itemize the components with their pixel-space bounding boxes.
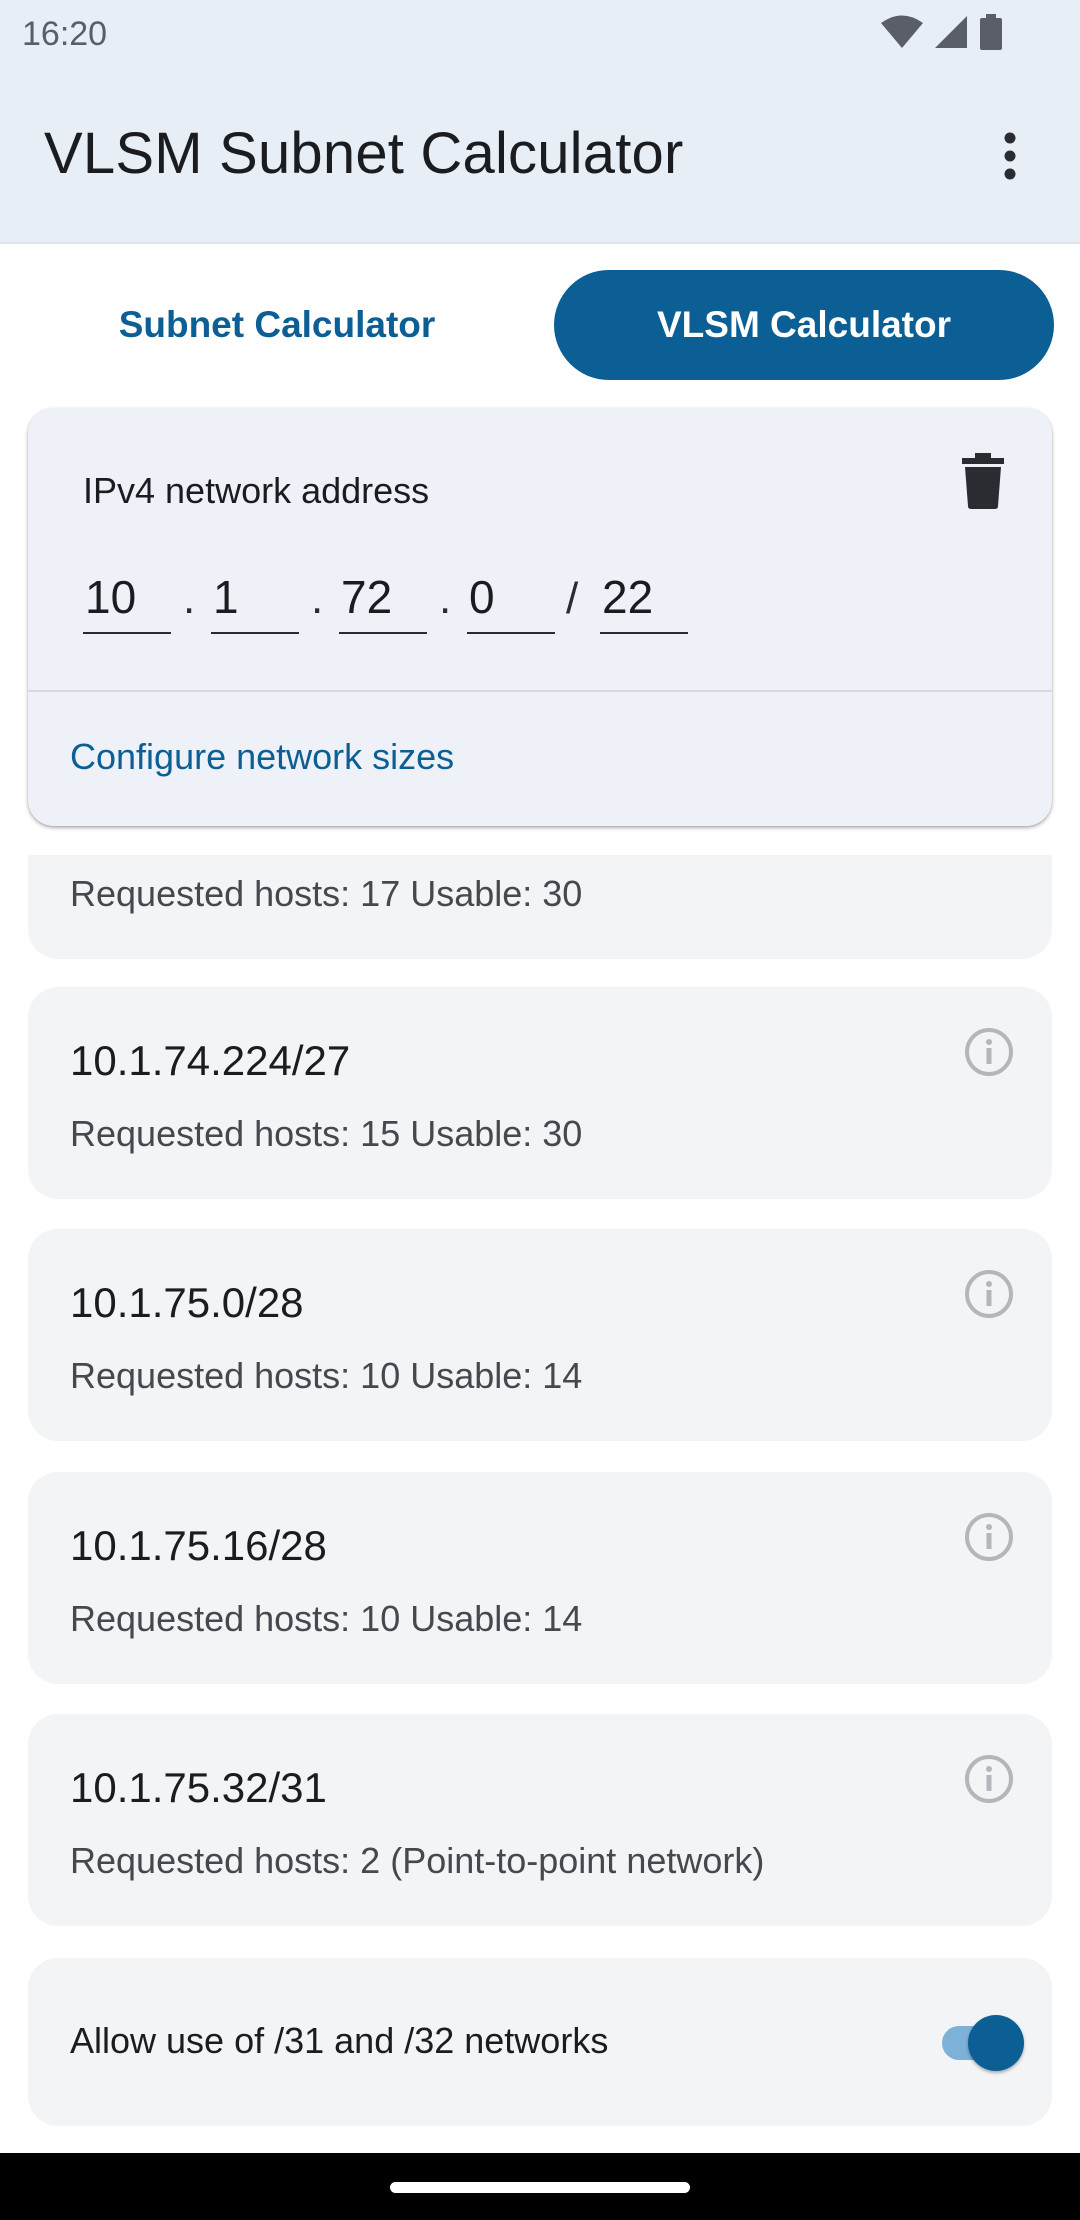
configure-network-sizes-button[interactable]: Configure network sizes (70, 736, 454, 778)
network-address-label: IPv4 network address (83, 470, 430, 511)
allow-small-networks-card: Allow use of /31 and /32 networks (28, 1958, 1052, 2126)
delete-button[interactable] (958, 452, 1008, 510)
home-indicator[interactable] (390, 2182, 690, 2193)
subnet-result-title: 10.1.75.0/28 (70, 1279, 304, 1326)
tab-vlsm-calculator[interactable]: VLSM Calculator (554, 270, 1054, 380)
octet-separator: . (439, 574, 452, 623)
network-address-card: IPv4 network address 10 . 1 . 72 . 0 / 2… (28, 408, 1052, 826)
subnet-result-details: Requested hosts: 10 Usable: 14 (70, 1355, 583, 1396)
tab-subnet-calculator[interactable]: Subnet Calculator (36, 270, 518, 380)
more-options-button[interactable] (980, 126, 1040, 186)
octet-2-input[interactable]: 1 (211, 568, 299, 634)
info-button[interactable] (964, 1754, 1014, 1804)
info-button[interactable] (964, 1269, 1014, 1319)
system-navigation-bar (0, 2153, 1080, 2220)
allow-small-networks-toggle[interactable] (934, 2012, 1024, 2072)
trash-icon (962, 453, 1004, 509)
subnet-result-details: Requested hosts: 17 Usable: 30 (70, 873, 583, 914)
status-bar: 16:20 (0, 0, 1080, 68)
info-button[interactable] (964, 1512, 1014, 1562)
app-bar: VLSM Subnet Calculator (0, 68, 1080, 244)
subnet-result-details: Requested hosts: 10 Usable: 14 (70, 1598, 583, 1639)
octet-separator: . (311, 574, 324, 623)
app-title: VLSM Subnet Calculator (44, 121, 684, 186)
wifi-icon (881, 15, 923, 48)
subnet-result-title: 10.1.74.224/27 (70, 1037, 351, 1084)
status-icons (880, 14, 1004, 52)
status-time: 16:20 (22, 14, 108, 53)
subnet-result-details: Requested hosts: 2 (Point-to-point netwo… (70, 1840, 765, 1881)
subnet-result-details: Requested hosts: 15 Usable: 30 (70, 1113, 583, 1154)
subnet-result-card[interactable]: 10.1.74.224/27 Requested hosts: 15 Usabl… (28, 987, 1052, 1199)
octet-1-input[interactable]: 10 (83, 568, 171, 634)
octet-3-input[interactable]: 72 (339, 568, 427, 634)
subnet-result-card[interactable]: 10.1.75.16/28 Requested hosts: 10 Usable… (28, 1472, 1052, 1684)
battery-icon (980, 14, 1002, 50)
prefix-length-input[interactable]: 22 (600, 568, 688, 634)
more-vert-icon (1004, 132, 1016, 180)
octet-4-input[interactable]: 0 (467, 568, 555, 634)
octet-separator: . (183, 574, 196, 623)
info-button[interactable] (964, 1027, 1014, 1077)
info-icon (965, 1755, 1013, 1803)
info-icon (965, 1028, 1013, 1076)
prefix-separator: / (566, 574, 579, 623)
card-divider (28, 690, 1052, 692)
calculator-tabs: Subnet Calculator VLSM Calculator (0, 270, 1080, 380)
info-icon (965, 1270, 1013, 1318)
allow-small-networks-label: Allow use of /31 and /32 networks (70, 2020, 609, 2061)
info-icon (965, 1513, 1013, 1561)
subnet-result-card[interactable]: 10.1.75.32/31 Requested hosts: 2 (Point-… (28, 1714, 1052, 1926)
subnet-result-title: 10.1.75.16/28 (70, 1522, 327, 1569)
toggle-thumb (968, 2015, 1024, 2071)
subnet-result-card[interactable]: 10.1.75.0/28 Requested hosts: 10 Usable:… (28, 1229, 1052, 1441)
subnet-result-title: 10.1.75.32/31 (70, 1764, 327, 1811)
subnet-result-card[interactable]: Requested hosts: 17 Usable: 30 (28, 855, 1052, 959)
cellular-signal-icon (935, 16, 967, 48)
